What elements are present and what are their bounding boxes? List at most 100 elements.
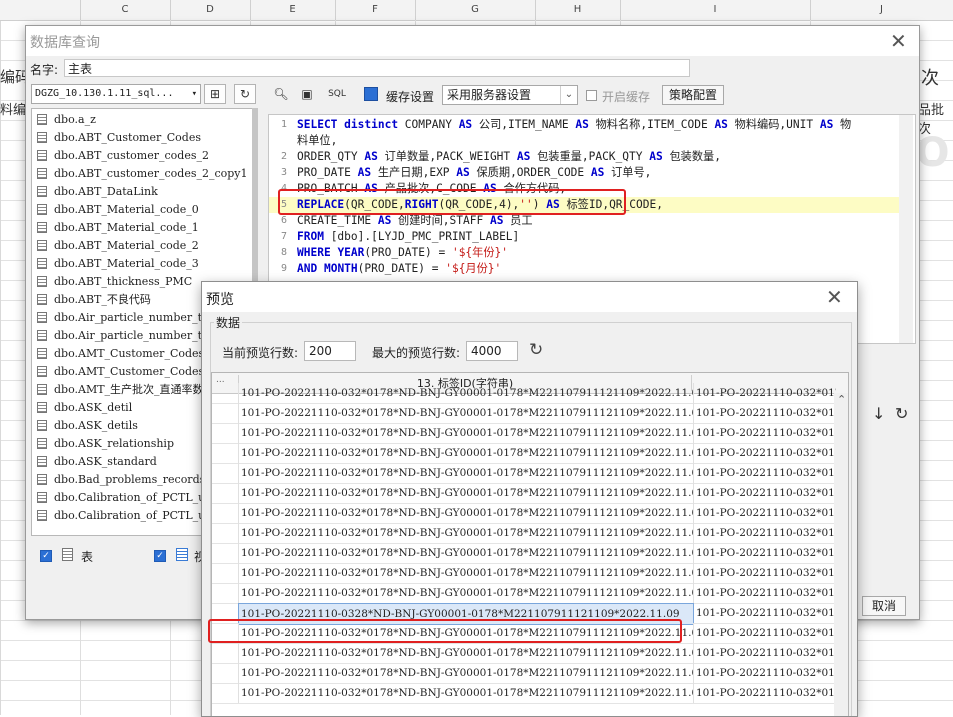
qr-code-cell[interactable]: 101-PO-20221110-032*017 [694, 483, 836, 503]
qr-code-cell[interactable]: 101-PO-20221110-032*017 [694, 543, 836, 563]
table-list-item[interactable]: dbo.a_z [32, 111, 252, 129]
grid-scrollbar[interactable]: ⌃ [834, 393, 848, 716]
preview-grid[interactable]: ... 13. 标签ID(字符串) 101-PO-20221110-032*01… [211, 372, 849, 716]
qr-code-cell[interactable]: 101-PO-20221110-032*017 [694, 423, 836, 443]
table-icon [37, 240, 47, 251]
current-rows-input[interactable]: 200 [304, 341, 356, 361]
close-icon[interactable]: ✕ [826, 287, 843, 307]
table-list-item[interactable]: dbo.ABT_Material_code_3 [32, 255, 252, 273]
table-list-item[interactable]: dbo.ABT_customer_codes_2 [32, 147, 252, 165]
refresh-icon[interactable]: ↻ [895, 404, 908, 423]
table-row[interactable]: 101-PO-20221110-032*0178*ND-BNJ-GY00001-… [212, 423, 848, 444]
preview-titlebar: 预览 ✕ [202, 282, 857, 312]
label-id-cell[interactable]: 101-PO-20221110-032*0178*ND-BNJ-GY00001-… [238, 463, 694, 483]
label-id-cell[interactable]: 101-PO-20221110-032*0178*ND-BNJ-GY00001-… [238, 383, 694, 403]
label-id-cell[interactable]: 101-PO-20221110-032*0178*ND-BNJ-GY00001-… [238, 483, 694, 503]
column-header[interactable]: F [335, 0, 416, 20]
table-row[interactable]: 101-PO-20221110-032*0178*ND-BNJ-GY00001-… [212, 583, 848, 604]
cache-settings-icon [364, 87, 378, 101]
table-row[interactable]: 101-PO-20221110-032*0178*ND-BNJ-GY00001-… [212, 383, 848, 404]
qr-code-cell[interactable]: 101-PO-20221110-032*017 [694, 463, 836, 483]
table-icon [37, 510, 47, 521]
enable-cache-checkbox[interactable] [586, 90, 597, 101]
show-tables-checkbox[interactable]: ✓ [40, 550, 52, 562]
refresh-icon[interactable]: ↻ [529, 340, 543, 360]
table-row[interactable]: 101-PO-20221110-032*0178*ND-BNJ-GY00001-… [212, 503, 848, 524]
qr-code-cell[interactable]: 101-PO-20221110-032*017 [694, 503, 836, 523]
table-row[interactable]: 101-PO-20221110-032*0178*ND-BNJ-GY00001-… [212, 563, 848, 584]
table-name: dbo.ABT_customer_codes_2_copy1 [54, 167, 248, 180]
label-id-cell[interactable]: 101-PO-20221110-032*0178*ND-BNJ-GY00001-… [238, 503, 694, 523]
table-list-item[interactable]: dbo.ABT_Material_code_2 [32, 237, 252, 255]
qr-code-cell[interactable]: 101-PO-20221110-032*017 [694, 523, 836, 543]
label-id-cell[interactable]: 101-PO-20221110-032*0178*ND-BNJ-GY00001-… [238, 523, 694, 543]
column-header[interactable]: C [80, 0, 171, 20]
qr-code-cell[interactable]: 101-PO-20221110-032*017 [694, 443, 836, 463]
label-id-cell[interactable]: 101-PO-20221110-032*0178*ND-BNJ-GY00001-… [238, 643, 694, 663]
label-id-cell[interactable]: 101-PO-20221110-032*0178*ND-BNJ-GY00001-… [238, 543, 694, 563]
table-icon [37, 312, 47, 323]
qr-code-cell[interactable]: 101-PO-20221110-032*017 [694, 643, 836, 663]
label-id-cell[interactable]: 101-PO-20221110-032*0178*ND-BNJ-GY00001-… [238, 423, 694, 443]
column-header[interactable]: H [535, 0, 621, 20]
label-id-cell[interactable]: 101-PO-20221110-032*0178*ND-BNJ-GY00001-… [238, 663, 694, 683]
max-rows-input[interactable]: 4000 [466, 341, 518, 361]
chevron-up-icon[interactable]: ⌃ [837, 393, 846, 406]
column-header[interactable] [0, 0, 81, 20]
table-row[interactable]: 101-PO-20221110-032*0178*ND-BNJ-GY00001-… [212, 643, 848, 664]
label-id-cell[interactable]: 101-PO-20221110-032*0178*ND-BNJ-GY00001-… [238, 563, 694, 583]
table-row[interactable]: 101-PO-20221110-032*0178*ND-BNJ-GY00001-… [212, 683, 848, 704]
qr-code-cell[interactable]: 101-PO-20221110-032*017 [694, 583, 836, 603]
qr-code-cell[interactable]: 101-PO-20221110-032*017 [694, 403, 836, 423]
sql-line: 8 WHERE YEAR(PRO_DATE) = '${年份}' [280, 246, 509, 259]
table-list-item[interactable]: dbo.ABT_Material_code_0 [32, 201, 252, 219]
table-list-item[interactable]: dbo.ABT_Customer_Codes [32, 129, 252, 147]
column-header[interactable]: I [620, 0, 811, 20]
sql-icon[interactable]: SQL [327, 84, 347, 104]
sql-line: 9 AND MONTH(PRO_DATE) = '${月份}' [280, 262, 502, 275]
label-id-cell[interactable]: 101-PO-20221110-032*0178*ND-BNJ-GY00001-… [238, 403, 694, 423]
table-row[interactable]: 101-PO-20221110-032*0178*ND-BNJ-GY00001-… [212, 403, 848, 424]
label-id-cell[interactable]: 101-PO-20221110-032*0178*ND-BNJ-GY00001-… [238, 583, 694, 603]
cache-mode-select[interactable]: 采用服务器设置 ⌄ [442, 85, 578, 105]
table-row[interactable]: 101-PO-20221110-032*0178*ND-BNJ-GY00001-… [212, 463, 848, 484]
table-row[interactable]: 101-PO-20221110-032*0178*ND-BNJ-GY00001-… [212, 443, 848, 464]
preview-icon[interactable]: 🔍︎ [271, 84, 291, 104]
qr-code-cell[interactable]: 101-PO-20221110-032*017 [694, 683, 836, 703]
table-icon [37, 204, 47, 215]
strategy-config-button[interactable]: 策略配置 [662, 85, 724, 105]
qr-code-cell[interactable]: 101-PO-20221110-032*017 [694, 383, 836, 403]
move-down-icon[interactable]: ↓ [872, 404, 885, 423]
save-icon[interactable]: ▣ [297, 84, 317, 104]
table-row[interactable]: 101-PO-20221110-032*0178*ND-BNJ-GY00001-… [212, 523, 848, 544]
qr-code-cell[interactable]: 101-PO-20221110-032*017 [694, 663, 836, 683]
edit-connection-button[interactable]: ⊞ [204, 84, 226, 104]
highlight-box [278, 189, 626, 215]
column-header[interactable]: E [250, 0, 336, 20]
close-icon[interactable]: ✕ [890, 31, 907, 51]
table-icon [37, 330, 47, 341]
name-input[interactable]: 主表 [64, 59, 690, 77]
sql-editor-scrollbar[interactable] [899, 115, 913, 343]
table-list-item[interactable]: dbo.ABT_customer_codes_2_copy1 [32, 165, 252, 183]
label-id-cell[interactable]: 101-PO-20221110-032*0178*ND-BNJ-GY00001-… [238, 443, 694, 463]
column-header[interactable]: G [415, 0, 536, 20]
qr-code-cell[interactable]: 101-PO-20221110-032*017 [694, 563, 836, 583]
qr-code-cell[interactable]: 101-PO-20221110-032*017 [694, 603, 836, 623]
column-header[interactable]: D [170, 0, 251, 20]
cancel-button[interactable]: 取消 [862, 596, 906, 616]
table-list-item[interactable]: dbo.ABT_Material_code_1 [32, 219, 252, 237]
table-row[interactable]: 101-PO-20221110-032*0178*ND-BNJ-GY00001-… [212, 663, 848, 684]
sql-line: 2 ORDER_QTY AS 订单数量,PACK_WEIGHT AS 包装重量,P… [280, 150, 721, 163]
table-row[interactable]: 101-PO-20221110-032*0178*ND-BNJ-GY00001-… [212, 483, 848, 504]
refresh-tables-button[interactable]: ↻ [234, 84, 256, 104]
table-name: dbo.AMT_Customer_Codes [54, 347, 205, 360]
table-list-item[interactable]: dbo.ABT_DataLink [32, 183, 252, 201]
qr-code-cell[interactable]: 101-PO-20221110-032*017 [694, 623, 836, 643]
label-id-cell[interactable]: 101-PO-20221110-032*0178*ND-BNJ-GY00001-… [238, 683, 694, 703]
table-row[interactable]: 101-PO-20221110-032*0178*ND-BNJ-GY00001-… [212, 543, 848, 564]
show-views-checkbox[interactable]: ✓ [154, 550, 166, 562]
column-header[interactable]: J [810, 0, 953, 20]
connection-select[interactable]: DGZG_10.130.1.11_sql... ▾ [31, 84, 201, 104]
table-icon [37, 132, 47, 143]
